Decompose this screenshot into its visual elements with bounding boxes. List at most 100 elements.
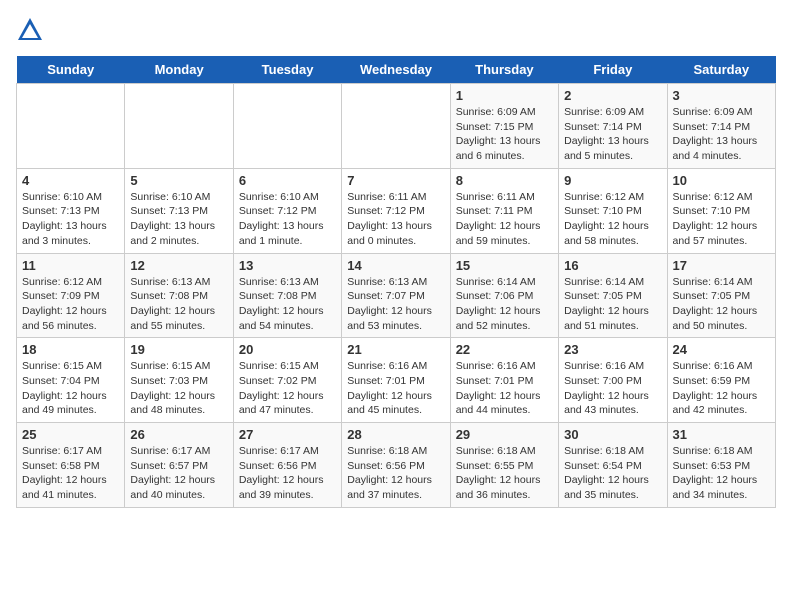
calendar-cell: 24Sunrise: 6:16 AM Sunset: 6:59 PM Dayli…: [667, 338, 775, 423]
day-number: 10: [673, 173, 770, 188]
day-number: 6: [239, 173, 336, 188]
calendar-cell: 4 Sunrise: 6:10 AM Sunset: 7:13 PM Daylig…: [17, 168, 125, 253]
calendar-week-row: 4 Sunrise: 6:10 AM Sunset: 7:13 PM Daylig…: [17, 168, 776, 253]
day-number: 30: [564, 427, 661, 442]
calendar-cell: 22Sunrise: 6:16 AM Sunset: 7:01 PM Dayli…: [450, 338, 558, 423]
calendar-cell: 16Sunrise: 6:14 AM Sunset: 7:05 PM Dayli…: [559, 253, 667, 338]
calendar-cell: 30 Sunrise: 6:18 AM Sunset: 6:54 PM Dayli…: [559, 423, 667, 508]
calendar-week-row: 11 Sunrise: 6:12 AM Sunset: 7:09 PM Dayli…: [17, 253, 776, 338]
calendar-cell: 28 Sunrise: 6:18 AM Sunset: 6:56 PM Dayli…: [342, 423, 450, 508]
day-number: 4: [22, 173, 119, 188]
calendar-cell: 13 Sunrise: 6:13 AM Sunset: 7:08 PM Dayli…: [233, 253, 341, 338]
day-number: 27: [239, 427, 336, 442]
day-info: Sunrise: 6:18 AM Sunset: 6:53 PM Dayligh…: [673, 444, 770, 503]
logo: [16, 16, 48, 44]
day-number: 20: [239, 342, 336, 357]
calendar-cell: 9 Sunrise: 6:12 AM Sunset: 7:10 PM Daylig…: [559, 168, 667, 253]
calendar-table: SundayMondayTuesdayWednesdayThursdayFrid…: [16, 56, 776, 508]
calendar-cell: [342, 84, 450, 169]
day-info: Sunrise: 6:15 AM Sunset: 7:04 PM Dayligh…: [22, 359, 119, 418]
calendar-header-row: SundayMondayTuesdayWednesdayThursdayFrid…: [17, 56, 776, 84]
day-number: 13: [239, 258, 336, 273]
day-info: Sunrise: 6:15 AM Sunset: 7:03 PM Dayligh…: [130, 359, 227, 418]
calendar-cell: 10 Sunrise: 6:12 AM Sunset: 7:10 PM Dayli…: [667, 168, 775, 253]
day-info: Sunrise: 6:12 AM Sunset: 7:10 PM Dayligh…: [673, 190, 770, 249]
day-info: Sunrise: 6:09 AM Sunset: 7:14 PM Dayligh…: [673, 105, 770, 164]
calendar-cell: 21Sunrise: 6:16 AM Sunset: 7:01 PM Dayli…: [342, 338, 450, 423]
day-info: Sunrise: 6:13 AM Sunset: 7:08 PM Dayligh…: [239, 275, 336, 334]
day-number: 28: [347, 427, 444, 442]
calendar-cell: 2 Sunrise: 6:09 AM Sunset: 7:14 PM Daylig…: [559, 84, 667, 169]
page-header: [16, 16, 776, 44]
day-info: Sunrise: 6:10 AM Sunset: 7:13 PM Dayligh…: [130, 190, 227, 249]
day-number: 17: [673, 258, 770, 273]
calendar-cell: 25Sunrise: 6:17 AM Sunset: 6:58 PM Dayli…: [17, 423, 125, 508]
header-thursday: Thursday: [450, 56, 558, 84]
day-number: 23: [564, 342, 661, 357]
calendar-cell: 12Sunrise: 6:13 AM Sunset: 7:08 PM Dayli…: [125, 253, 233, 338]
day-number: 8: [456, 173, 553, 188]
header-saturday: Saturday: [667, 56, 775, 84]
calendar-week-row: 25Sunrise: 6:17 AM Sunset: 6:58 PM Dayli…: [17, 423, 776, 508]
day-number: 26: [130, 427, 227, 442]
calendar-cell: 23 Sunrise: 6:16 AM Sunset: 7:00 PM Dayli…: [559, 338, 667, 423]
day-number: 21: [347, 342, 444, 357]
day-info: Sunrise: 6:14 AM Sunset: 7:06 PM Dayligh…: [456, 275, 553, 334]
header-friday: Friday: [559, 56, 667, 84]
day-number: 31: [673, 427, 770, 442]
calendar-cell: [233, 84, 341, 169]
day-number: 1: [456, 88, 553, 103]
day-info: Sunrise: 6:17 AM Sunset: 6:57 PM Dayligh…: [130, 444, 227, 503]
calendar-cell: 29 Sunrise: 6:18 AM Sunset: 6:55 PM Dayli…: [450, 423, 558, 508]
header-sunday: Sunday: [17, 56, 125, 84]
day-info: Sunrise: 6:10 AM Sunset: 7:12 PM Dayligh…: [239, 190, 336, 249]
calendar-cell: 27 Sunrise: 6:17 AM Sunset: 6:56 PM Dayli…: [233, 423, 341, 508]
header-tuesday: Tuesday: [233, 56, 341, 84]
calendar-week-row: 1 Sunrise: 6:09 AM Sunset: 7:15 PM Daylig…: [17, 84, 776, 169]
day-info: Sunrise: 6:09 AM Sunset: 7:14 PM Dayligh…: [564, 105, 661, 164]
day-number: 5: [130, 173, 227, 188]
calendar-cell: 11 Sunrise: 6:12 AM Sunset: 7:09 PM Dayli…: [17, 253, 125, 338]
calendar-cell: [17, 84, 125, 169]
day-number: 2: [564, 88, 661, 103]
logo-icon: [16, 16, 44, 44]
day-number: 9: [564, 173, 661, 188]
day-number: 24: [673, 342, 770, 357]
header-monday: Monday: [125, 56, 233, 84]
calendar-cell: 5 Sunrise: 6:10 AM Sunset: 7:13 PM Daylig…: [125, 168, 233, 253]
day-info: Sunrise: 6:11 AM Sunset: 7:11 PM Dayligh…: [456, 190, 553, 249]
day-info: Sunrise: 6:17 AM Sunset: 6:56 PM Dayligh…: [239, 444, 336, 503]
day-info: Sunrise: 6:12 AM Sunset: 7:09 PM Dayligh…: [22, 275, 119, 334]
calendar-cell: 1 Sunrise: 6:09 AM Sunset: 7:15 PM Daylig…: [450, 84, 558, 169]
day-info: Sunrise: 6:16 AM Sunset: 7:00 PM Dayligh…: [564, 359, 661, 418]
day-number: 16: [564, 258, 661, 273]
day-info: Sunrise: 6:13 AM Sunset: 7:07 PM Dayligh…: [347, 275, 444, 334]
calendar-cell: 15 Sunrise: 6:14 AM Sunset: 7:06 PM Dayli…: [450, 253, 558, 338]
day-number: 14: [347, 258, 444, 273]
calendar-cell: 19 Sunrise: 6:15 AM Sunset: 7:03 PM Dayli…: [125, 338, 233, 423]
day-info: Sunrise: 6:18 AM Sunset: 6:56 PM Dayligh…: [347, 444, 444, 503]
calendar-cell: 14 Sunrise: 6:13 AM Sunset: 7:07 PM Dayli…: [342, 253, 450, 338]
day-info: Sunrise: 6:12 AM Sunset: 7:10 PM Dayligh…: [564, 190, 661, 249]
calendar-cell: 20 Sunrise: 6:15 AM Sunset: 7:02 PM Dayli…: [233, 338, 341, 423]
day-number: 18: [22, 342, 119, 357]
day-number: 11: [22, 258, 119, 273]
calendar-cell: 3Sunrise: 6:09 AM Sunset: 7:14 PM Daylig…: [667, 84, 775, 169]
day-number: 15: [456, 258, 553, 273]
day-info: Sunrise: 6:18 AM Sunset: 6:55 PM Dayligh…: [456, 444, 553, 503]
day-number: 29: [456, 427, 553, 442]
day-info: Sunrise: 6:09 AM Sunset: 7:15 PM Dayligh…: [456, 105, 553, 164]
header-wednesday: Wednesday: [342, 56, 450, 84]
day-info: Sunrise: 6:10 AM Sunset: 7:13 PM Dayligh…: [22, 190, 119, 249]
day-info: Sunrise: 6:11 AM Sunset: 7:12 PM Dayligh…: [347, 190, 444, 249]
day-info: Sunrise: 6:14 AM Sunset: 7:05 PM Dayligh…: [673, 275, 770, 334]
day-number: 22: [456, 342, 553, 357]
day-info: Sunrise: 6:13 AM Sunset: 7:08 PM Dayligh…: [130, 275, 227, 334]
day-number: 19: [130, 342, 227, 357]
day-info: Sunrise: 6:18 AM Sunset: 6:54 PM Dayligh…: [564, 444, 661, 503]
calendar-cell: 17 Sunrise: 6:14 AM Sunset: 7:05 PM Dayli…: [667, 253, 775, 338]
calendar-cell: 6 Sunrise: 6:10 AM Sunset: 7:12 PM Daylig…: [233, 168, 341, 253]
calendar-week-row: 18 Sunrise: 6:15 AM Sunset: 7:04 PM Dayli…: [17, 338, 776, 423]
calendar-cell: 7Sunrise: 6:11 AM Sunset: 7:12 PM Daylig…: [342, 168, 450, 253]
day-info: Sunrise: 6:15 AM Sunset: 7:02 PM Dayligh…: [239, 359, 336, 418]
